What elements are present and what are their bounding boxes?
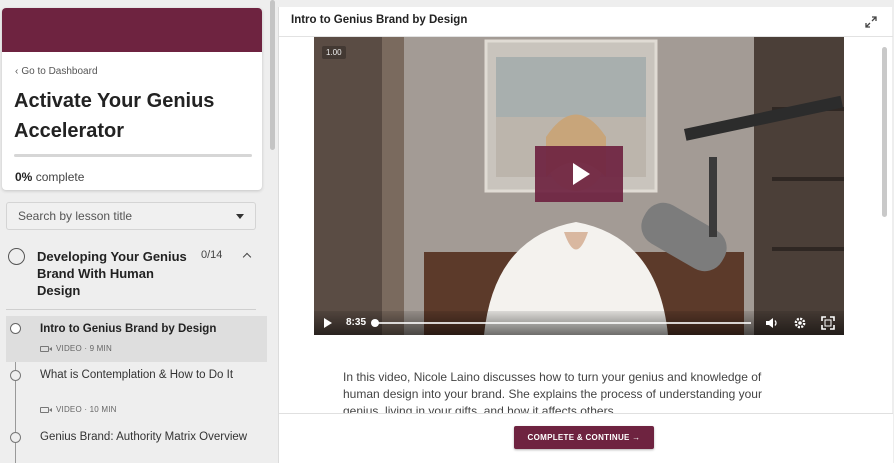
lesson-footer: COMPLETE & CONTINUE → <box>279 413 893 463</box>
play-icon[interactable] <box>324 318 332 328</box>
complete-and-continue-button[interactable]: COMPLETE & CONTINUE → <box>514 426 654 449</box>
fullscreen-icon[interactable] <box>820 315 836 331</box>
lesson-heading: Intro to Genius Brand by Design <box>291 14 468 26</box>
course-title: Activate Your Genius Accelerator <box>14 90 215 142</box>
playback-speed-badge[interactable]: 1.00 <box>322 46 346 59</box>
section-header[interactable]: Developing Your Genius Brand With Human … <box>6 242 256 310</box>
video-seek-bar[interactable] <box>373 322 751 324</box>
lesson-header: Intro to Genius Brand by Design <box>279 7 893 37</box>
lesson-item[interactable]: Intro to Genius Brand by Design VIDEO · … <box>6 316 267 362</box>
volume-icon[interactable] <box>764 315 780 331</box>
progress-suffix: complete <box>35 170 85 184</box>
lesson-description: In this video, Nicole Laino discusses ho… <box>343 370 762 415</box>
lesson-title: What is Contemplation & How to Do It <box>40 369 234 381</box>
lesson-item[interactable]: Genius Brand: Authority Matrix Overview <box>6 426 267 463</box>
lesson-status-circle-icon <box>10 370 21 381</box>
play-button[interactable] <box>535 146 623 202</box>
back-link-label: Go to Dashboard <box>21 66 98 77</box>
section-status-circle-icon <box>8 248 25 265</box>
progress-text: 0% complete <box>15 170 84 184</box>
video-time: 8:35 <box>346 317 367 328</box>
content-scrollbar[interactable] <box>882 47 887 217</box>
back-to-dashboard-link[interactable]: ‹ Go to Dashboard <box>15 66 98 77</box>
course-sidebar: ‹ Go to Dashboard Activate Your Genius A… <box>0 0 278 463</box>
seek-handle[interactable] <box>371 319 379 327</box>
video-icon <box>40 406 52 413</box>
lesson-meta-text: VIDEO · 10 MIN <box>56 405 117 414</box>
progress-percent: 0% <box>15 170 33 184</box>
lesson-item[interactable]: What is Contemplation & How to Do It VID… <box>6 364 267 420</box>
video-player[interactable]: 1.00 8:35 <box>314 37 844 335</box>
lesson-title: Genius Brand: Authority Matrix Overview <box>40 431 248 443</box>
lesson-status-circle-icon <box>10 323 21 334</box>
search-placeholder: Search by lesson title <box>18 209 133 223</box>
lesson-status-circle-icon <box>10 432 21 443</box>
section-progress-count: 0/14 <box>201 249 223 261</box>
caret-down-icon <box>236 213 244 219</box>
video-icon <box>40 345 52 352</box>
lesson-title: Intro to Genius Brand by Design <box>40 323 217 335</box>
course-banner <box>2 8 262 52</box>
lesson-meta: VIDEO · 9 MIN <box>40 344 112 353</box>
course-progress-bar <box>14 154 252 157</box>
chevron-left-icon: ‹ <box>15 66 19 77</box>
sidebar-scrollbar[interactable] <box>270 0 275 150</box>
chevron-up-icon[interactable] <box>242 252 252 262</box>
lesson-search-select[interactable]: Search by lesson title <box>6 202 256 230</box>
course-card: ‹ Go to Dashboard Activate Your Genius A… <box>2 8 262 190</box>
lesson-meta: VIDEO · 10 MIN <box>40 405 117 414</box>
settings-gear-icon[interactable] <box>792 315 808 331</box>
lesson-meta-text: VIDEO · 9 MIN <box>56 344 112 353</box>
expand-icon[interactable] <box>865 16 877 28</box>
video-controls: 8:35 <box>314 311 844 335</box>
lesson-content: Intro to Genius Brand by Design 1.00 8:3… <box>278 7 893 463</box>
section-title: Developing Your Genius Brand With Human … <box>37 249 187 298</box>
